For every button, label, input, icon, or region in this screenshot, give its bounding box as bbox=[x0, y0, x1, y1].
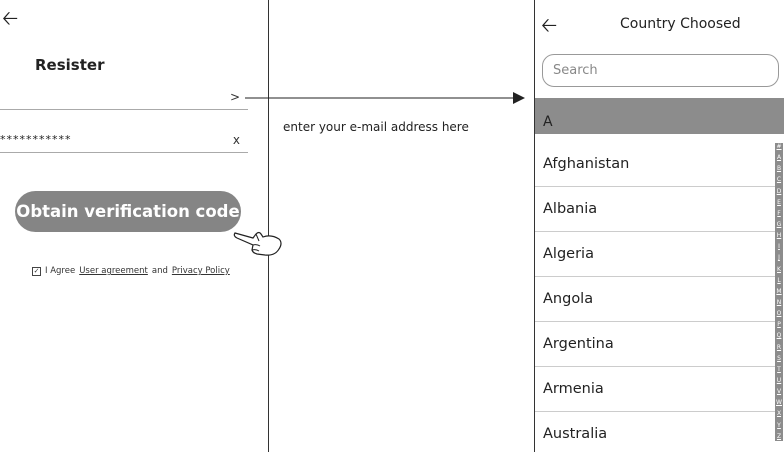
agree-checkbox[interactable]: ✓ bbox=[32, 266, 41, 276]
index-letter[interactable]: I bbox=[778, 244, 780, 250]
password-field[interactable]: *********** x bbox=[0, 133, 248, 153]
index-letter[interactable]: # bbox=[776, 144, 781, 150]
index-letter[interactable]: V bbox=[777, 389, 781, 395]
index-letter[interactable]: C bbox=[777, 177, 781, 183]
agreement-row: ✓ I Agree User agreement and Privacy Pol… bbox=[32, 266, 230, 276]
list-item[interactable]: Algeria bbox=[535, 232, 775, 277]
index-letter[interactable]: B bbox=[777, 166, 781, 172]
alphabet-index[interactable]: # A B C D E F G H I J K L M N O P Q R S T U V W X Y Z bbox=[775, 143, 783, 441]
agree-prefix: I Agree bbox=[45, 266, 76, 276]
list-item[interactable]: Australia bbox=[535, 412, 775, 452]
back-arrow-icon[interactable]: 🡠 bbox=[2, 8, 18, 28]
index-letter[interactable]: R bbox=[777, 344, 781, 351]
index-letter[interactable]: J bbox=[778, 255, 780, 261]
index-letter[interactable]: N bbox=[777, 299, 782, 306]
email-next-icon[interactable]: > bbox=[230, 90, 240, 104]
list-item[interactable]: Argentina bbox=[535, 322, 775, 367]
country-select-screen: 🡠 Country Choosed Search A Afghanistan A… bbox=[534, 0, 784, 452]
index-letter[interactable]: E bbox=[777, 199, 781, 206]
user-agreement-link[interactable]: User agreement bbox=[79, 266, 148, 276]
password-value: *********** bbox=[0, 133, 72, 146]
agree-and: and bbox=[151, 266, 168, 276]
register-screen: 🡠 Resister > *********** x Obtain verifi… bbox=[0, 0, 282, 452]
index-letter[interactable]: D bbox=[777, 188, 782, 195]
index-letter[interactable]: U bbox=[777, 377, 781, 384]
list-item[interactable]: Albania bbox=[535, 187, 775, 232]
index-letter[interactable]: G bbox=[777, 221, 782, 228]
index-letter[interactable]: O bbox=[777, 311, 782, 317]
list-item[interactable]: Angola bbox=[535, 277, 775, 322]
index-letter[interactable]: K bbox=[777, 266, 781, 273]
list-item[interactable]: Afghanistan bbox=[535, 142, 775, 187]
annotation-text: enter your e-mail address here bbox=[283, 120, 469, 134]
obtain-verification-code-button[interactable]: Obtain verification code bbox=[15, 191, 241, 232]
hand-pointer-icon bbox=[233, 231, 282, 256]
index-letter[interactable]: A bbox=[777, 155, 781, 161]
clear-password-icon[interactable]: x bbox=[233, 133, 240, 147]
search-input[interactable]: Search bbox=[542, 54, 779, 87]
index-letter[interactable]: H bbox=[777, 233, 782, 239]
section-header: A bbox=[535, 98, 784, 134]
country-list: Afghanistan Albania Algeria Angola Argen… bbox=[535, 142, 775, 452]
page-title: Resister bbox=[35, 56, 105, 74]
index-letter[interactable]: L bbox=[777, 277, 780, 284]
back-arrow-icon[interactable]: 🡠 bbox=[541, 15, 557, 35]
index-letter[interactable]: P bbox=[777, 322, 781, 328]
index-letter[interactable]: X bbox=[777, 411, 781, 417]
index-letter[interactable]: S bbox=[777, 355, 781, 362]
index-letter[interactable]: Z bbox=[777, 433, 781, 440]
email-field[interactable]: > bbox=[0, 90, 248, 110]
index-letter[interactable]: M bbox=[776, 288, 781, 295]
index-letter[interactable]: Q bbox=[777, 333, 782, 339]
privacy-policy-link[interactable]: Privacy Policy bbox=[172, 266, 230, 276]
page-title: Country Choosed bbox=[620, 16, 741, 32]
index-letter[interactable]: W bbox=[776, 400, 782, 406]
index-letter[interactable]: Y bbox=[777, 422, 781, 429]
list-item[interactable]: Armenia bbox=[535, 367, 775, 412]
index-letter[interactable]: F bbox=[777, 210, 780, 217]
connector-arrow bbox=[245, 92, 525, 104]
index-letter[interactable]: T bbox=[777, 366, 781, 373]
